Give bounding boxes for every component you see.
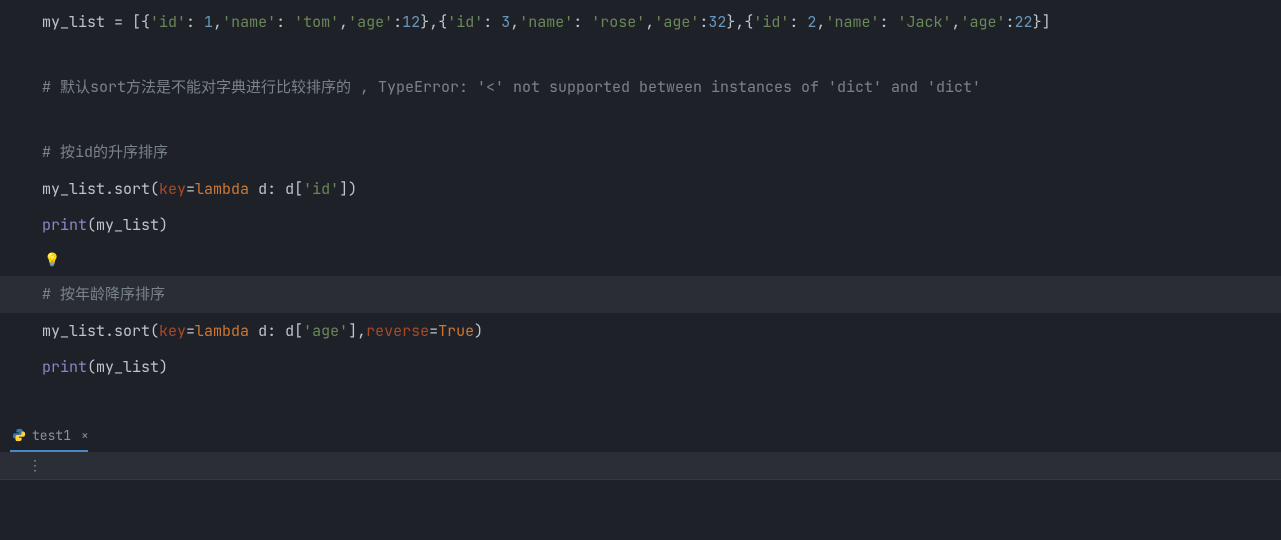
- punct: ,: [213, 12, 222, 32]
- code-comment[interactable]: # 按年龄降序排序: [0, 276, 1281, 313]
- code-line[interactable]: print(my_list): [0, 207, 1281, 244]
- punct: },{: [726, 12, 753, 32]
- string-literal: 'age': [348, 12, 393, 32]
- number: 22: [1015, 12, 1033, 32]
- string-literal: 'age': [303, 321, 348, 341]
- string-literal: 'name': [222, 12, 276, 32]
- code-text: my_list.sort(: [42, 321, 159, 341]
- code-line[interactable]: print(my_list): [0, 349, 1281, 386]
- string-literal: 'name': [825, 12, 879, 32]
- punct: =: [186, 179, 195, 199]
- more-icon[interactable]: ⋮: [28, 457, 42, 475]
- punct: :: [1006, 12, 1015, 32]
- punct: }]: [1033, 12, 1051, 32]
- keyword: True: [438, 321, 474, 341]
- punct: ): [474, 321, 483, 341]
- punct: ],: [348, 321, 366, 341]
- punct: ,: [952, 12, 961, 32]
- punct: =: [429, 321, 438, 341]
- number: 32: [708, 12, 726, 32]
- code-line[interactable]: my_list.sort(key=lambda d: d['id']): [0, 171, 1281, 208]
- string-literal: 'rose': [591, 12, 645, 32]
- intention-bulb[interactable]: 💡: [0, 244, 1281, 277]
- code-line[interactable]: my_list = [{'id': 1,'name': 'tom','age':…: [0, 4, 1281, 41]
- code-line[interactable]: my_list.sort(key=lambda d: d['age'],reve…: [0, 313, 1281, 350]
- string-literal: 'age': [654, 12, 699, 32]
- string-literal: 'tom': [294, 12, 339, 32]
- string-literal: 'age': [961, 12, 1006, 32]
- code-editor[interactable]: my_list = [{'id': 1,'name': 'tom','age':…: [0, 0, 1281, 420]
- code-comment[interactable]: # 按id的升序排序: [0, 134, 1281, 171]
- code-text: my_list.sort(: [42, 179, 159, 199]
- code-text: my_list = [{: [42, 12, 150, 32]
- kwarg: key: [159, 179, 186, 199]
- string-literal: 'Jack': [897, 12, 951, 32]
- punct: :: [789, 12, 807, 32]
- punct: ]): [339, 179, 357, 199]
- run-tab-label[interactable]: test1: [32, 427, 71, 444]
- string-literal: 'id': [303, 179, 339, 199]
- builtin-fn: print: [42, 215, 87, 235]
- active-tab-indicator: [10, 450, 88, 452]
- close-icon[interactable]: ×: [81, 427, 89, 444]
- code-comment[interactable]: # 默认sort方法是不能对字典进行比较排序的 , TypeError: '<'…: [0, 69, 1281, 106]
- punct: :: [699, 12, 708, 32]
- punct: ,: [339, 12, 348, 32]
- console-toolbar: ⋮: [0, 452, 1281, 480]
- punct: ,: [645, 12, 654, 32]
- punct: :: [573, 12, 591, 32]
- code-text: d: d[: [249, 321, 303, 341]
- punct: :: [186, 12, 204, 32]
- kwarg: reverse: [366, 321, 429, 341]
- builtin-fn: print: [42, 357, 87, 377]
- keyword: lambda: [195, 321, 249, 341]
- code-text: d: d[: [249, 179, 303, 199]
- string-literal: 'name': [519, 12, 573, 32]
- punct: ,: [510, 12, 519, 32]
- run-tabs: test1 ×: [0, 420, 1281, 452]
- lightbulb-icon: 💡: [44, 251, 60, 268]
- code-line-empty[interactable]: [0, 41, 1281, 70]
- code-text: (my_list): [87, 215, 168, 235]
- python-file-icon: [12, 428, 26, 442]
- number: 12: [402, 12, 420, 32]
- comment-text: # 按id的升序排序: [42, 142, 168, 162]
- comment-text: # 按年龄降序排序: [42, 284, 165, 304]
- punct: :: [393, 12, 402, 32]
- string-literal: 'id': [447, 12, 483, 32]
- string-literal: 'id': [150, 12, 186, 32]
- punct: :: [276, 12, 294, 32]
- code-line-empty[interactable]: [0, 106, 1281, 135]
- number: 3: [501, 12, 510, 32]
- code-line-empty[interactable]: [0, 386, 1281, 415]
- number: 1: [204, 12, 213, 32]
- code-text: (my_list): [87, 357, 168, 377]
- punct: },{: [420, 12, 447, 32]
- comment-text: # 默认sort方法是不能对字典进行比较排序的 , TypeError: '<'…: [42, 77, 981, 97]
- string-literal: 'id': [753, 12, 789, 32]
- punct: :: [879, 12, 897, 32]
- console-output[interactable]: /Users/lijiahao/Desktop/python/pythonPro…: [0, 480, 1281, 540]
- punct: :: [483, 12, 501, 32]
- kwarg: key: [159, 321, 186, 341]
- punct: =: [186, 321, 195, 341]
- keyword: lambda: [195, 179, 249, 199]
